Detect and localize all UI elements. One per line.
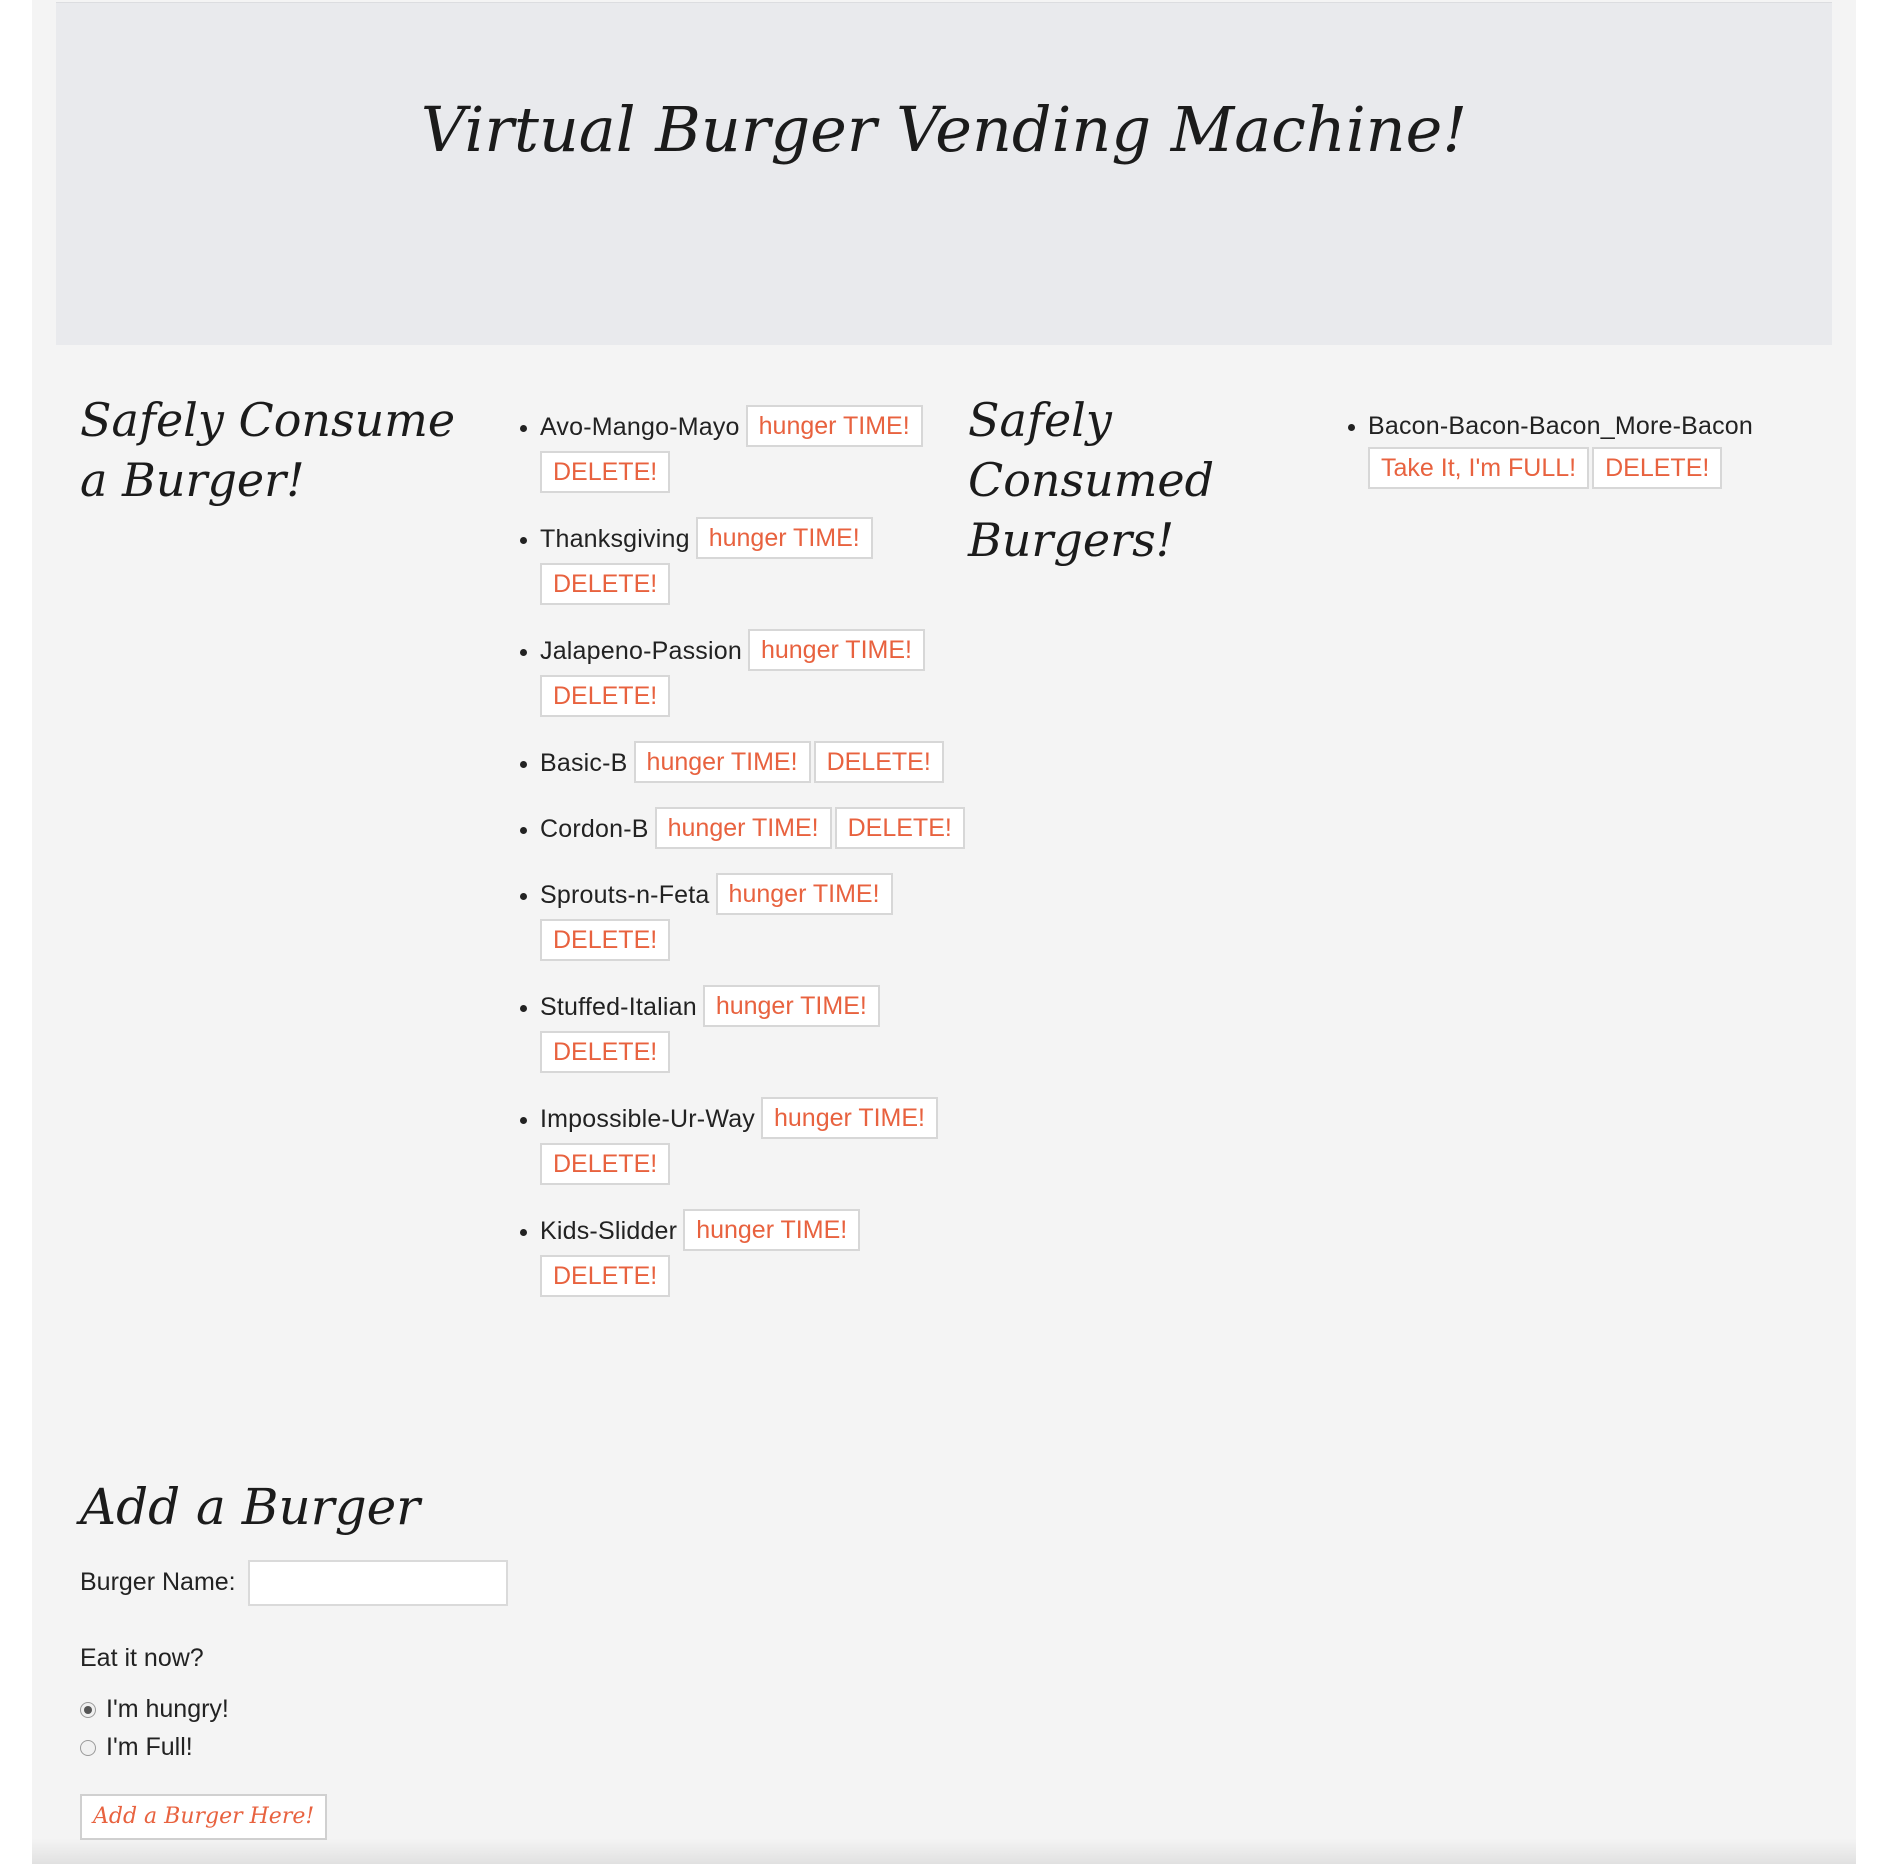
burger-name: Cordon-B	[540, 814, 649, 843]
full-radio-label: I'm Full!	[106, 1733, 193, 1761]
burger-name: Basic-B	[540, 748, 628, 777]
delete-button[interactable]: DELETE!	[540, 675, 671, 717]
burger-name: Thanksgiving	[540, 524, 690, 553]
add-burger-heading: Add a Burger	[80, 1478, 421, 1536]
burger-name: Bacon-Bacon-Bacon_More-Bacon	[1368, 412, 1753, 440]
delete-button[interactable]: DELETE!	[540, 563, 671, 605]
hungry-radio-label: I'm hungry!	[106, 1695, 229, 1723]
burger-name-input[interactable]	[248, 1560, 508, 1606]
burger-name: Impossible-Ur-Way	[540, 1104, 755, 1133]
list-item: Kids-Slidderhunger TIME! DELETE!	[540, 1209, 980, 1301]
delete-button[interactable]: DELETE!	[540, 1143, 671, 1185]
header-banner: Virtual Burger Vending Machine!	[56, 2, 1832, 345]
devour-button[interactable]: hunger TIME!	[747, 629, 925, 671]
devour-button[interactable]: hunger TIME!	[715, 873, 893, 915]
burger-name: Stuffed-Italian	[540, 992, 697, 1021]
list-item: Sprouts-n-Fetahunger TIME! DELETE!	[540, 873, 980, 965]
devoured-heading-line3: Burgers!	[968, 513, 1175, 567]
page: Virtual Burger Vending Machine! Safely C…	[32, 0, 1856, 1864]
devour-heading-line1: Safely Consume	[80, 393, 456, 447]
burger-name-label: Burger Name:	[80, 1568, 236, 1596]
list-item: Cordon-Bhunger TIME!DELETE!	[540, 807, 980, 853]
list-item: Bacon-Bacon-Bacon_More-Bacon Take It, I'…	[1368, 405, 1880, 493]
delete-button[interactable]: DELETE!	[540, 1031, 671, 1073]
devour-button[interactable]: hunger TIME!	[654, 807, 832, 849]
list-item: Impossible-Ur-Wayhunger TIME! DELETE!	[540, 1097, 980, 1189]
delete-button[interactable]: DELETE!	[540, 1255, 671, 1297]
list-item: Basic-Bhunger TIME!DELETE!	[540, 741, 980, 787]
burger-name: Avo-Mango-Mayo	[540, 412, 740, 441]
hungry-radio[interactable]	[80, 1701, 96, 1718]
devour-heading: Safely Consume a Burger!	[80, 390, 455, 510]
eat-now-question: Eat it now?	[80, 1644, 204, 1672]
undo-devour-button[interactable]: Take It, I'm FULL!	[1368, 447, 1590, 489]
page-title: Virtual Burger Vending Machine!	[420, 93, 1468, 166]
delete-button[interactable]: DELETE!	[834, 807, 965, 849]
burger-name: Jalapeno-Passion	[540, 636, 742, 665]
list-item: Stuffed-Italianhunger TIME! DELETE!	[540, 985, 980, 1077]
delete-button[interactable]: DELETE!	[540, 451, 671, 493]
bottom-edge-shade	[32, 1838, 1856, 1864]
delete-button[interactable]: DELETE!	[1592, 447, 1723, 489]
full-radio[interactable]	[80, 1739, 96, 1756]
devoured-heading-line2: Consumed	[968, 453, 1215, 507]
devoured-burger-list: Bacon-Bacon-Bacon_More-Bacon Take It, I'…	[1330, 405, 1880, 513]
delete-button[interactable]: DELETE!	[813, 741, 944, 783]
devoured-heading-line1: Safely	[968, 393, 1112, 447]
burger-name: Kids-Slidder	[540, 1216, 678, 1245]
list-item: Thanksgivinghunger TIME! DELETE!	[540, 517, 980, 609]
devour-button[interactable]: hunger TIME!	[695, 517, 873, 559]
devoured-heading: Safely Consumed Burgers!	[968, 390, 1214, 570]
devour-button[interactable]: hunger TIME!	[702, 985, 880, 1027]
delete-button[interactable]: DELETE!	[540, 919, 671, 961]
devour-button[interactable]: hunger TIME!	[745, 405, 923, 447]
devour-button[interactable]: hunger TIME!	[633, 741, 811, 783]
devour-button[interactable]: hunger TIME!	[683, 1209, 861, 1251]
burger-name: Sprouts-n-Feta	[540, 880, 710, 909]
list-item: Avo-Mango-Mayohunger TIME! DELETE!	[540, 405, 980, 497]
radio-option-full[interactable]: I'm Full!	[80, 1733, 193, 1762]
devour-button[interactable]: hunger TIME!	[761, 1097, 939, 1139]
list-item: Jalapeno-Passionhunger TIME! DELETE!	[540, 629, 980, 721]
devour-heading-line2: a Burger!	[80, 453, 305, 507]
radio-option-hungry[interactable]: I'm hungry!	[80, 1695, 229, 1724]
uneaten-burger-list: Avo-Mango-Mayohunger TIME!DELETE! Thanks…	[502, 405, 980, 1321]
add-burger-button[interactable]: Add a Burger Here!	[80, 1794, 328, 1840]
